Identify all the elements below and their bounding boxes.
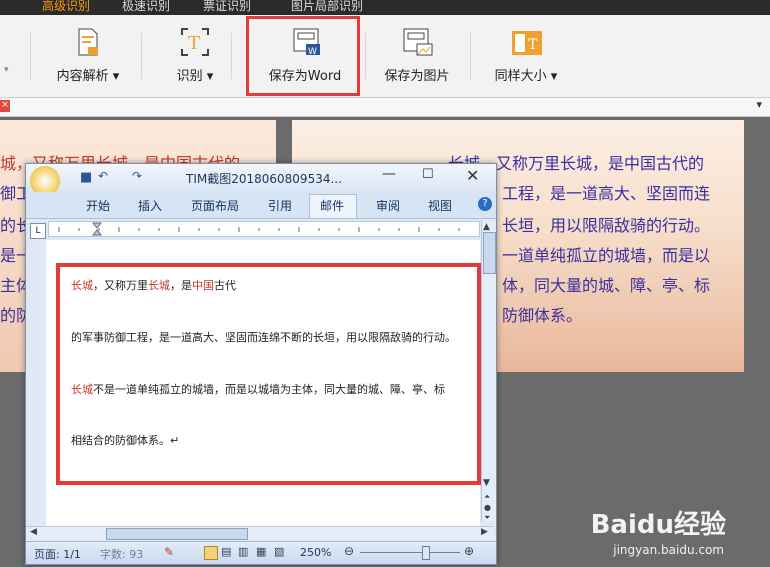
baidu-watermark: Baidu经验 [590, 510, 726, 540]
document-tab-bar: × ▾ [0, 98, 770, 117]
page-text: 工程，是一道高大、坚固而连 [502, 184, 711, 203]
tab-advanced-recognition[interactable]: 高级识别 [42, 0, 90, 14]
save-icon[interactable]: ■ [80, 170, 92, 185]
word-ribbon-tabs: 开始 插入 页面布局 引用 邮件 审阅 视图 ? [26, 192, 496, 219]
vertical-ruler [30, 242, 44, 522]
tab-page-layout[interactable]: 页面布局 [191, 197, 239, 214]
page-indicator[interactable]: 页面: 1/1 [34, 546, 81, 562]
highlight-box [56, 263, 481, 485]
zoom-out-icon[interactable]: ⊖ [344, 544, 354, 558]
outline-icon[interactable]: ▦ [256, 545, 266, 558]
horizontal-scrollbar[interactable]: ◀ ▶ [26, 526, 494, 541]
tab-review[interactable]: 审阅 [376, 197, 400, 214]
tab-fast-recognition[interactable]: 极速识别 [122, 0, 170, 14]
full-screen-reading-icon[interactable]: ▤ [221, 545, 231, 558]
zoom-in-icon[interactable]: ⊕ [464, 544, 474, 558]
word-title-bar: ■ ↶ ↷ TIM截图2018060809534... — ☐ ✕ [26, 164, 496, 196]
minimize-icon[interactable]: — [382, 166, 396, 182]
print-layout-icon[interactable] [204, 546, 218, 560]
top-menu-bar: 高级识别 极速识别 票证识别 图片局部识别 [0, 0, 770, 15]
same-size-icon: T [512, 31, 542, 55]
close-icon[interactable]: × [0, 100, 10, 112]
tab-home[interactable]: 开始 [86, 197, 110, 214]
ribbon-toolbar: ▾ 内容解析 ▾ T 识别 ▾ W 保存为Word 保存为图片 T 同样大小 ▾ [0, 15, 770, 98]
scroll-up-icon[interactable]: ▲ [483, 222, 490, 232]
save-image-icon [403, 28, 433, 56]
redo-icon[interactable]: ↷ [132, 169, 142, 183]
scroll-thumb[interactable] [483, 232, 496, 274]
chevron-down-icon[interactable]: ▾ [756, 98, 762, 111]
same-size-button[interactable]: T 同样大小 ▾ [490, 15, 562, 97]
svg-text:T: T [528, 37, 538, 53]
page-text: 防御体系。 [502, 306, 583, 325]
chevron-down-icon[interactable]: ▾ [4, 65, 9, 75]
page-text: 长垣，用以限隔敌骑的行动。 [502, 216, 711, 235]
maximize-icon[interactable]: ☐ [422, 167, 434, 182]
scroll-down-icon[interactable]: ▼ [483, 478, 490, 488]
page-text: 一道单纯孤立的城墙，而是以 [502, 246, 711, 265]
zoom-level[interactable]: 250% [300, 546, 331, 559]
tab-references[interactable]: 引用 [268, 197, 292, 214]
browse-object-icon[interactable]: ● [484, 503, 491, 512]
next-page-icon[interactable]: ⏷ [484, 513, 490, 523]
vertical-scrollbar[interactable]: ▲ ▼ ⏶ ● ⏷ [481, 220, 496, 522]
close-icon[interactable]: ✕ [466, 166, 479, 185]
highlight-box [246, 16, 360, 96]
word-count[interactable]: 字数: 93 [100, 546, 143, 562]
window-title: TIM截图2018060809534... [186, 172, 342, 186]
tab-mailings[interactable]: 邮件 [320, 197, 344, 214]
zoom-slider[interactable] [360, 552, 460, 553]
tab-view[interactable]: 视图 [428, 197, 452, 214]
page-text: 体，同大量的城、障、亭、标 [502, 276, 711, 295]
help-icon[interactable]: ? [478, 197, 492, 211]
document-parse-icon [78, 28, 98, 56]
tab-insert[interactable]: 插入 [138, 197, 162, 214]
status-bar: 页面: 1/1 字数: 93 ✎ ▤ ▥ ▦ ▧ 250% ⊖ ⊕ [26, 541, 496, 564]
content-parse-button[interactable]: 内容解析 ▾ [50, 15, 126, 97]
tab-stop-icon[interactable]: L [30, 223, 46, 239]
tab-partial-recognition[interactable]: 图片局部识别 [291, 0, 363, 14]
zoom-slider-thumb[interactable] [422, 546, 430, 560]
draft-icon[interactable]: ▧ [274, 545, 284, 558]
horizontal-ruler[interactable] [48, 221, 480, 237]
svg-text:T: T [188, 33, 200, 54]
scroll-left-icon[interactable]: ◀ [30, 527, 37, 537]
save-as-image-button[interactable]: 保存为图片 [380, 15, 454, 97]
web-layout-icon[interactable]: ▥ [238, 545, 248, 558]
scroll-right-icon[interactable]: ▶ [481, 527, 488, 537]
recognize-button[interactable]: T 识别 ▾ [170, 15, 220, 97]
h-scroll-thumb[interactable] [106, 528, 248, 540]
spellcheck-icon[interactable]: ✎ [164, 545, 174, 559]
watermark-url: jingyan.baidu.com [613, 543, 724, 557]
undo-icon[interactable]: ↶ [98, 169, 108, 183]
prev-page-icon[interactable]: ⏶ [484, 492, 490, 502]
text-recognize-icon: T [181, 28, 209, 56]
tab-ticket-recognition[interactable]: 票证识别 [203, 0, 251, 14]
